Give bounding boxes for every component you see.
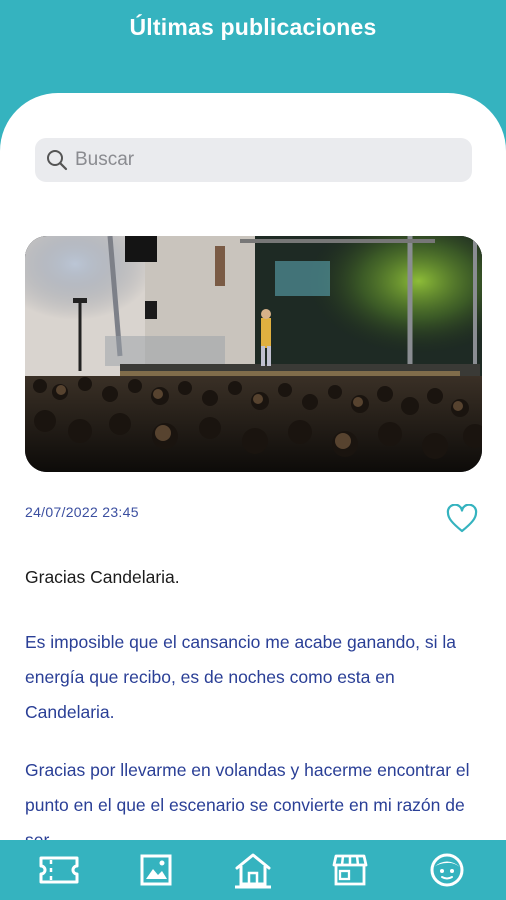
image-icon xyxy=(140,854,172,886)
heart-icon[interactable] xyxy=(446,504,478,534)
nav-profile[interactable] xyxy=(419,842,475,898)
page-title: Últimas publicaciones xyxy=(129,14,377,40)
nav-gallery[interactable] xyxy=(128,842,184,898)
nav-home[interactable] xyxy=(225,842,281,898)
profile-face-icon xyxy=(430,853,464,887)
bottom-navigation xyxy=(0,840,506,900)
ticket-icon xyxy=(39,856,79,884)
search-icon xyxy=(47,150,68,171)
post-image[interactable] xyxy=(25,236,482,472)
concert-photo xyxy=(25,236,482,472)
post-body: Es imposible que el cansancio me acabe g… xyxy=(25,625,485,853)
nav-tickets[interactable] xyxy=(31,842,87,898)
top-bar: Últimas publicaciones xyxy=(0,0,506,100)
home-icon xyxy=(234,853,271,889)
post-paragraph: Es imposible que el cansancio me acabe g… xyxy=(25,632,456,722)
search-bar[interactable] xyxy=(35,138,472,182)
post-paragraph: Gracias por llevarme en volandas y hacer… xyxy=(25,760,470,850)
search-input[interactable] xyxy=(75,149,455,171)
content-sheet: 24/07/2022 23:45 Gracias Candelaria. Es … xyxy=(0,93,506,853)
nav-store[interactable] xyxy=(322,842,378,898)
store-icon xyxy=(332,854,368,886)
post-date: 24/07/2022 23:45 xyxy=(25,504,139,520)
post-title: Gracias Candelaria. xyxy=(25,567,180,587)
